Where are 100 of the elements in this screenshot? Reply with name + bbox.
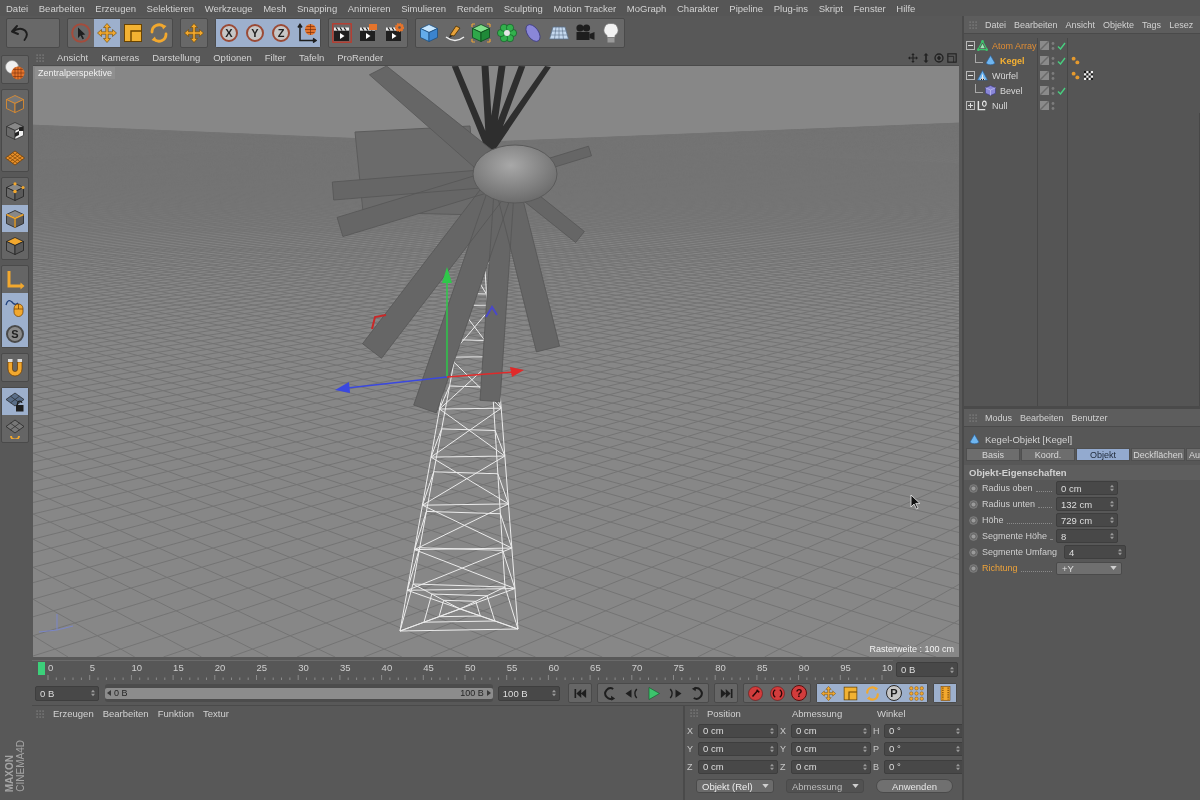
checker-tag-icon[interactable] (1084, 71, 1093, 80)
keyframe-radio[interactable] (969, 563, 978, 573)
spinner-icon[interactable] (863, 762, 867, 771)
transport-button[interactable] (934, 684, 956, 702)
coordinate-field[interactable]: 0 cm (791, 723, 871, 738)
check-icon[interactable] (1057, 56, 1066, 65)
object-name[interactable]: Bevel (1000, 85, 1023, 96)
mode-dropdown[interactable]: Objekt (Rel) (696, 779, 774, 793)
menu-item[interactable]: Datei (985, 19, 1006, 30)
coordinate-field[interactable]: 0 cm (698, 741, 778, 756)
spinner-icon[interactable] (770, 726, 774, 735)
two-dots-tag-icon[interactable] (1071, 56, 1080, 65)
spinner-icon[interactable] (1110, 532, 1114, 540)
range-end-handle[interactable] (486, 690, 491, 696)
menu-item[interactable]: Motion Tracker (553, 2, 617, 14)
menu-item[interactable]: Darstellung (152, 52, 201, 63)
spinner-icon[interactable] (956, 744, 960, 753)
menu-item[interactable]: Bearbeiten (38, 2, 85, 14)
coordinate-field[interactable]: 0 cm (791, 741, 871, 756)
spinner-icon[interactable] (1110, 484, 1114, 492)
pan-view-icon[interactable] (908, 52, 918, 63)
number-field[interactable]: 4 (1064, 545, 1127, 559)
z-axis-handle[interactable] (335, 376, 448, 393)
two-dots-tag-icon[interactable] (1071, 71, 1080, 80)
spinner-icon[interactable] (770, 762, 774, 771)
coordinate-field[interactable]: 0 ° (884, 759, 964, 774)
menu-item[interactable]: Hilfe (896, 2, 916, 14)
menu-item[interactable]: Objekte (1103, 19, 1135, 30)
number-field[interactable]: 0 cm (1056, 481, 1118, 495)
x-axis-handle[interactable] (446, 367, 524, 378)
menu-item[interactable]: Mesh (263, 2, 287, 14)
menu-item[interactable]: Modus (985, 412, 1012, 423)
layer-swatch-icon[interactable] (1040, 101, 1049, 110)
menu-item[interactable]: Ansicht (1065, 19, 1096, 30)
rotate-view-icon[interactable] (934, 52, 944, 63)
range-start-handle[interactable] (107, 690, 112, 696)
menu-item[interactable]: Datei (6, 2, 29, 14)
menu-item[interactable]: Lesez (1169, 19, 1194, 30)
tab[interactable]: Koord. (1021, 448, 1075, 461)
number-field[interactable]: 8 (1056, 529, 1118, 543)
grip-icon[interactable] (36, 709, 44, 718)
spinner-icon[interactable] (552, 689, 556, 697)
menu-item[interactable]: Bearbeiten (1020, 412, 1064, 423)
timeline-ruler[interactable]: 0 5 10 15 20 25 30 35 40 45 50 55 60 65 70 75 80 85 90 95 10 (32, 659, 893, 680)
spinner-icon[interactable] (863, 744, 867, 753)
keyframe-radio[interactable] (969, 515, 978, 525)
object-name[interactable]: Kegel (1000, 55, 1025, 66)
visibility-dots-icon[interactable] (1051, 100, 1055, 111)
menu-item[interactable]: Skript (818, 2, 843, 14)
playhead[interactable] (38, 661, 45, 675)
menu-item[interactable]: Tafeln (298, 52, 325, 63)
spinner-icon[interactable] (956, 726, 960, 735)
keyframe-radio[interactable] (969, 547, 978, 557)
menu-item[interactable]: MoGraph (626, 2, 667, 14)
layer-swatch-icon[interactable] (1040, 56, 1049, 65)
menu-item[interactable]: Selektieren (146, 2, 195, 14)
number-field[interactable]: 729 cm (1056, 513, 1118, 527)
grip-icon[interactable] (690, 709, 698, 717)
end-frame-field[interactable]: 100 B (497, 685, 560, 701)
coordinate-field[interactable]: 0 cm (698, 759, 778, 774)
layer-swatch-icon[interactable] (1040, 71, 1049, 80)
transport-button[interactable] (839, 684, 861, 702)
menu-item[interactable]: Erzeugen (53, 708, 94, 719)
spinner-icon[interactable] (91, 689, 96, 697)
menu-item[interactable]: Ansicht (57, 52, 89, 63)
visibility-dots-icon[interactable] (1051, 40, 1055, 51)
maximize-view-icon[interactable] (947, 52, 957, 63)
tab[interactable]: Basis (966, 448, 1020, 461)
windmill-drawing[interactable] (331, 66, 592, 632)
start-frame-field[interactable]: 0 B (35, 685, 100, 701)
number-field[interactable]: 132 cm (1056, 497, 1118, 511)
expand-icon[interactable] (966, 101, 975, 110)
y-axis-handle[interactable] (442, 267, 452, 378)
menu-item[interactable]: Filter (264, 52, 286, 63)
layer-swatch-icon[interactable] (1040, 41, 1049, 50)
object-name[interactable]: Atom Array (992, 40, 1037, 51)
menu-item[interactable]: Bearbeiten (102, 708, 149, 719)
collapse-icon[interactable] (966, 71, 975, 80)
vertical-arrows-icon[interactable] (921, 52, 931, 63)
spinner-icon[interactable] (950, 665, 954, 674)
menu-item[interactable]: Bearbeiten (1014, 19, 1058, 30)
mode-button[interactable] (2, 388, 28, 415)
menu-item[interactable]: ProRender (337, 52, 384, 63)
spinner-icon[interactable] (1110, 500, 1114, 508)
tab[interactable]: Deckflächen (1131, 448, 1185, 461)
menu-item[interactable]: Snapping (297, 2, 338, 14)
menu-item[interactable]: Werkzeuge (204, 2, 253, 14)
dropdown-field[interactable]: +Y (1056, 561, 1122, 575)
menu-item[interactable]: Tags (1142, 19, 1162, 30)
collapse-icon[interactable] (966, 41, 975, 50)
tab[interactable]: Objekt (1076, 448, 1130, 461)
menu-item[interactable]: Rendern (456, 2, 494, 14)
mode-button[interactable]: S (2, 320, 28, 347)
menu-item[interactable]: Benutzer (1071, 412, 1108, 423)
coordinate-field[interactable]: 0 ° (884, 723, 964, 738)
menu-item[interactable]: Pipeline (729, 2, 764, 14)
coordinate-field[interactable]: 0 ° (884, 741, 964, 756)
menu-item[interactable]: Charakter (677, 2, 719, 14)
menu-item[interactable]: Textur (203, 708, 229, 719)
transport-button[interactable] (905, 684, 927, 702)
